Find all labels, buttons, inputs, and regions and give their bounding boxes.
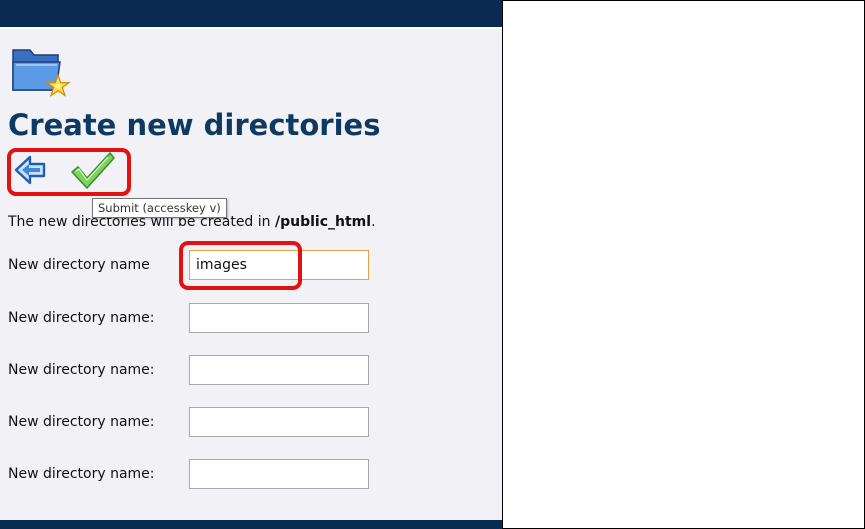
notice-prefix: The new bbox=[8, 214, 72, 230]
submit-tooltip: Submit (accesskey v) bbox=[92, 198, 227, 218]
target-directory-path: /public_html bbox=[274, 214, 372, 230]
directory-row: New directory name: bbox=[8, 303, 388, 333]
directory-name-input[interactable] bbox=[189, 355, 369, 385]
footer-bar bbox=[0, 520, 502, 529]
directory-name-label: New directory name: bbox=[8, 362, 155, 378]
new-folder-icon bbox=[12, 49, 71, 98]
directory-name-label: New directory name bbox=[8, 257, 150, 273]
header-bar bbox=[0, 0, 502, 27]
directory-row: New directory name: bbox=[8, 407, 388, 437]
directory-row: New directory name: bbox=[8, 355, 388, 385]
directory-name-input[interactable] bbox=[189, 459, 369, 489]
directory-name-input[interactable] bbox=[189, 407, 369, 437]
header-divider bbox=[0, 27, 502, 29]
directory-row: New directory name: bbox=[8, 459, 388, 489]
input-highlight-box bbox=[179, 241, 302, 290]
directory-name-label: New directory name: bbox=[8, 310, 155, 326]
directory-name-label: New directory name: bbox=[8, 414, 155, 430]
page-title: Create new directories bbox=[8, 108, 381, 142]
directory-name-input[interactable] bbox=[189, 303, 369, 333]
directory-name-label: New directory name: bbox=[8, 466, 155, 482]
toolbar-highlight-box bbox=[7, 148, 131, 196]
content-panel: Create new directories The new directori… bbox=[0, 0, 503, 529]
notice-end: . bbox=[371, 214, 376, 230]
